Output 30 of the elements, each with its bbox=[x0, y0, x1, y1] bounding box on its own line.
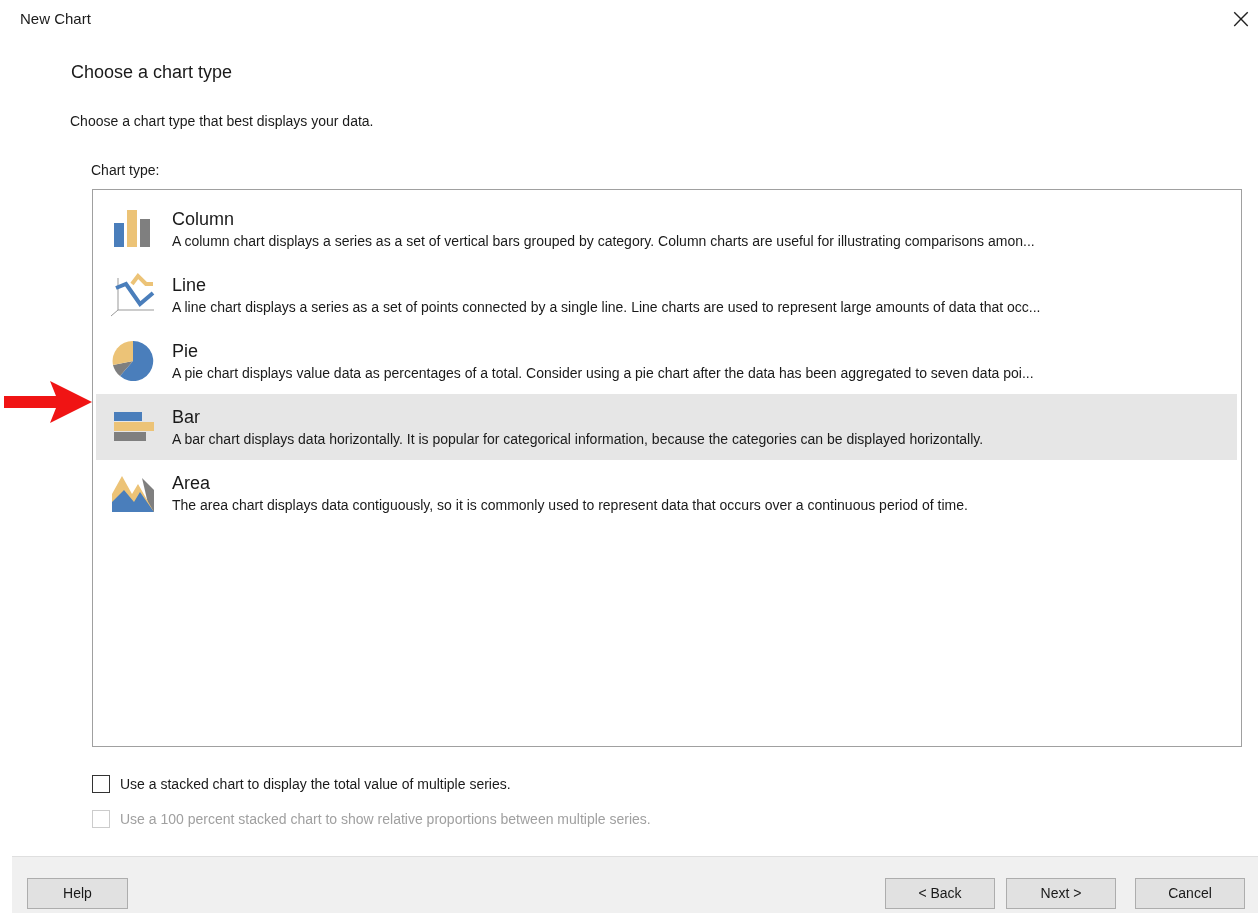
chart-type-description: A column chart displays a series as a set of vertical bars grouped by category. Column charts are useful for illustrating comparisons amon... bbox=[172, 233, 1035, 249]
window-title: New Chart bbox=[20, 9, 91, 27]
chart-type-item[interactable]: Bar A bar chart displays data horizontally. It is popular for categorical information, because the categories can be displayed horizontally. bbox=[96, 394, 1237, 460]
chart-type-item[interactable]: Line A line chart displays a series as a set of points connected by a single line. Line charts are used to represent large amounts of data that occ... bbox=[96, 262, 1237, 328]
close-button[interactable]: × bbox=[1224, 1, 1258, 35]
pointer-arrow-icon bbox=[4, 379, 92, 425]
checkbox[interactable] bbox=[92, 775, 110, 793]
pie-chart-icon bbox=[110, 338, 156, 384]
next-button[interactable]: Next > bbox=[1006, 877, 1116, 909]
chart-type-title: Column bbox=[172, 209, 236, 230]
cancel-button[interactable]: Cancel bbox=[1135, 877, 1245, 909]
chart-type-item[interactable]: Pie A pie chart displays value data as percentages of a total. Consider using a pie chart after the data has been aggregated to seven data poi... bbox=[96, 328, 1237, 394]
checkbox-label: Use a 100 percent stacked chart to show relative proportions between multiple series. bbox=[120, 811, 651, 827]
chart-type-title: Line bbox=[172, 275, 208, 296]
chart-type-title: Pie bbox=[172, 341, 199, 362]
chart-type-description: A pie chart displays value data as percentages of a total. Consider using a pie chart after the data has been aggregated to seven data poi... bbox=[172, 365, 1034, 381]
chart-type-description: A bar chart displays data horizontally. It is popular for categorical information, because the categories can be displayed horizontally. bbox=[172, 431, 984, 447]
chart-type-item[interactable]: Area The area chart displays data contiguously, so it is commonly used to represent data that occurs over a continuous period of time. bbox=[96, 460, 1237, 526]
chart-type-description: The area chart displays data contiguously, so it is commonly used to represent data that occurs over a continuous period of time. bbox=[172, 497, 968, 513]
chart-type-title: Area bbox=[172, 473, 212, 494]
chart-type-item[interactable]: Column A column chart displays a series as a set of vertical bars grouped by category. Column charts are useful for illustrating comparisons amon... bbox=[96, 196, 1237, 262]
back-button[interactable]: < Back bbox=[885, 877, 995, 909]
help-button[interactable]: Help bbox=[27, 877, 128, 909]
instruction-text: Choose a chart type that best displays your data. bbox=[70, 113, 375, 129]
checkbox-label: Use a stacked chart to display the total value of multiple series. bbox=[120, 776, 511, 792]
list-label: Chart type: bbox=[91, 162, 161, 178]
line-chart-icon bbox=[110, 272, 156, 318]
chart-type-description: A line chart displays a series as a set of points connected by a single line. Line charts are used to represent large amounts of data that occ... bbox=[172, 299, 1041, 315]
chart-type-title: Bar bbox=[172, 407, 201, 428]
page-heading: Choose a chart type bbox=[71, 62, 234, 83]
